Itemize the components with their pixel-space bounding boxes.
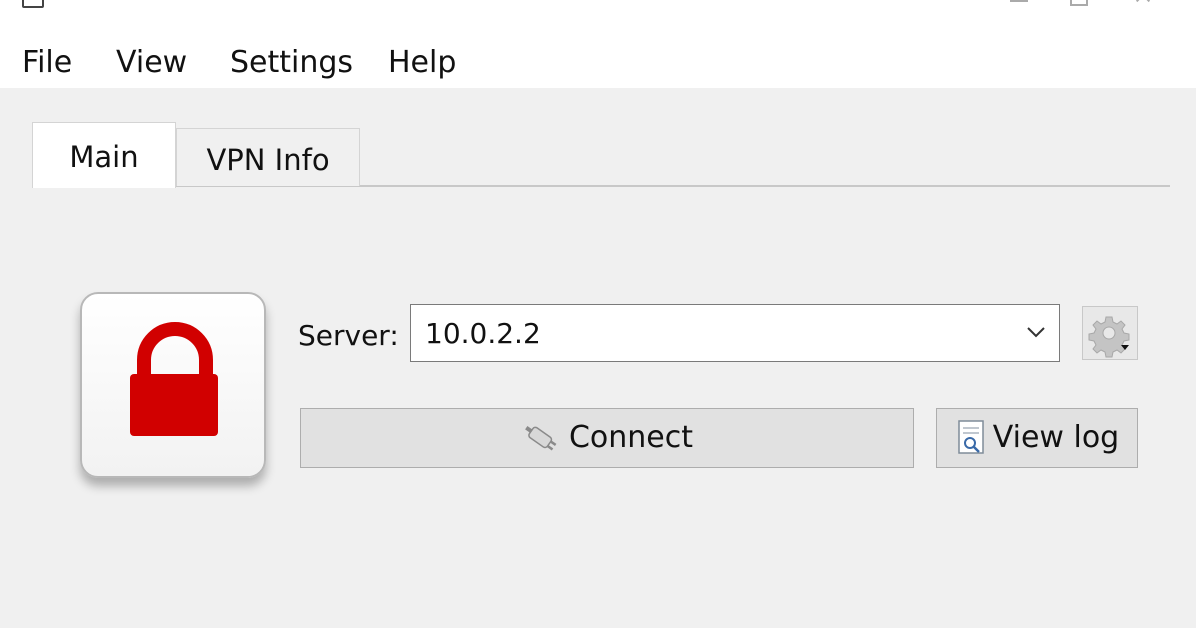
plug-icon bbox=[525, 426, 557, 451]
gear-icon bbox=[1088, 316, 1130, 358]
app-window-icon bbox=[22, 0, 44, 8]
chevron-down-icon[interactable] bbox=[1023, 319, 1049, 345]
menu-file[interactable]: File bbox=[22, 46, 72, 80]
connection-status-tile bbox=[80, 292, 266, 478]
server-settings-button[interactable] bbox=[1082, 306, 1138, 360]
vpn-client-window: File View Settings Help Main VPN Info Se… bbox=[0, 0, 1196, 628]
tab-main[interactable]: Main bbox=[32, 122, 176, 188]
view-log-button[interactable]: View log bbox=[936, 408, 1138, 468]
close-button[interactable] bbox=[1134, 0, 1152, 2]
view-log-label: View log bbox=[992, 420, 1120, 455]
tab-vpn-info[interactable]: VPN Info bbox=[176, 128, 360, 186]
maximize-button[interactable] bbox=[1070, 0, 1088, 6]
server-label: Server: bbox=[298, 319, 399, 352]
menu-help[interactable]: Help bbox=[388, 46, 456, 80]
connect-button[interactable]: Connect bbox=[300, 408, 914, 468]
menu-bar: File View Settings Help bbox=[0, 22, 1196, 88]
connect-label: Connect bbox=[568, 420, 694, 455]
server-combobox[interactable]: 10.0.2.2 bbox=[410, 304, 1060, 362]
server-value: 10.0.2.2 bbox=[425, 317, 541, 350]
title-bar bbox=[0, 0, 1196, 22]
log-document-icon bbox=[958, 420, 984, 454]
menu-view[interactable]: View bbox=[116, 46, 187, 80]
lock-icon bbox=[130, 322, 218, 436]
minimize-button[interactable] bbox=[1010, 0, 1028, 2]
menu-settings[interactable]: Settings bbox=[230, 46, 353, 80]
